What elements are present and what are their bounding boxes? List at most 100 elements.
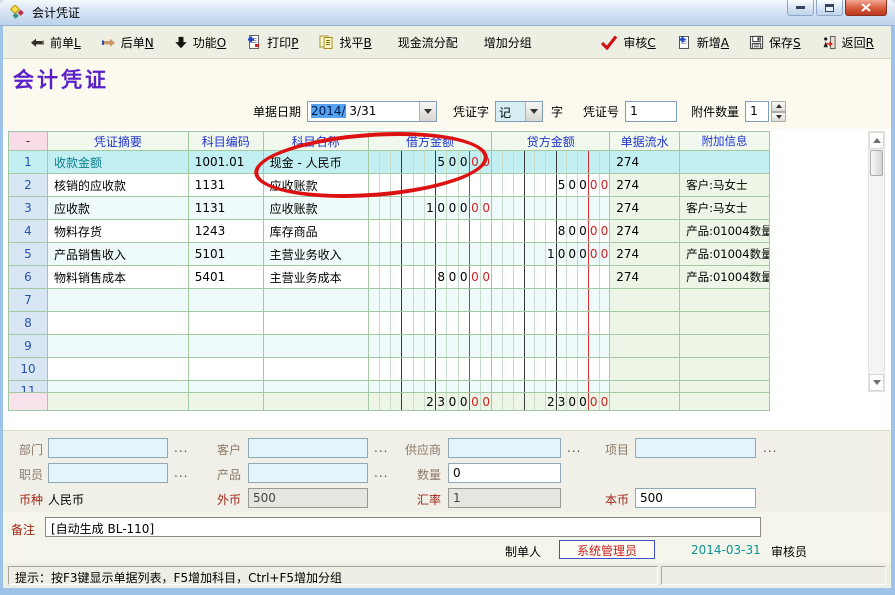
row-number-cell[interactable]: 7 — [9, 289, 48, 312]
row-number-cell[interactable]: 6 — [9, 266, 48, 289]
credit-amount-cell[interactable] — [492, 151, 610, 174]
extra-info-cell[interactable]: 客户:马女士 — [680, 197, 770, 220]
lookup-ellipsis-button-职员[interactable]: ... — [174, 466, 188, 480]
credit-amount-cell[interactable] — [492, 197, 610, 220]
table-row[interactable]: 4物料存货1243库存商品80000274产品:01004数量:1 — [9, 220, 770, 243]
credit-amount-cell[interactable] — [492, 335, 610, 358]
row-number-cell[interactable]: 5 — [9, 243, 48, 266]
voucher-word-dropdown-button[interactable] — [525, 102, 542, 121]
summary-cell[interactable] — [48, 358, 189, 381]
toolbar-button-C[interactable]: 审核C — [597, 32, 658, 53]
table-row[interactable]: 1收款金额1001.01现金 - 人民币50000274 — [9, 151, 770, 174]
spinner-up-button[interactable] — [771, 101, 786, 112]
summary-cell[interactable]: 核销的应收款 — [48, 174, 189, 197]
serial-cell[interactable] — [610, 381, 680, 393]
toolbar-button-R[interactable]: 返回R — [818, 32, 877, 53]
toolbar-button-S[interactable]: 保存S — [746, 32, 804, 53]
debit-amount-cell[interactable]: 100000 — [369, 197, 493, 220]
serial-cell[interactable]: 274 — [610, 151, 680, 174]
toolbar-button-现金流分配[interactable]: 现金流分配 — [395, 32, 461, 53]
field-input-供应商[interactable] — [448, 438, 561, 458]
debit-amount-cell[interactable] — [369, 174, 493, 197]
remark-input[interactable]: [自动生成 BL-110] — [45, 517, 761, 537]
table-row[interactable]: 11 — [9, 381, 770, 393]
credit-amount-cell[interactable]: 80000 — [492, 220, 610, 243]
summary-cell[interactable]: 收款金额 — [48, 151, 189, 174]
toolbar-button-B[interactable]: 找平B — [315, 32, 374, 53]
debit-amount-cell[interactable] — [369, 335, 493, 358]
table-row[interactable]: 6物料销售成本5401主营业务成本80000274产品:01004数量:1 — [9, 266, 770, 289]
voucher-word-combobox[interactable]: 记 — [495, 101, 543, 122]
debit-amount-cell[interactable] — [369, 358, 493, 381]
summary-cell[interactable] — [48, 335, 189, 358]
extra-info-cell[interactable] — [680, 335, 770, 358]
field-input-职员[interactable] — [48, 463, 168, 483]
account-code-cell[interactable]: 5401 — [189, 266, 264, 289]
serial-cell[interactable]: 274 — [610, 266, 680, 289]
credit-amount-cell[interactable] — [492, 266, 610, 289]
vertical-scrollbar[interactable] — [868, 131, 885, 392]
row-number-cell[interactable]: 1 — [9, 151, 48, 174]
scrollbar-track[interactable] — [869, 177, 884, 374]
credit-amount-cell[interactable] — [492, 289, 610, 312]
field-input-部门[interactable] — [48, 438, 168, 458]
account-name-cell[interactable] — [264, 381, 369, 393]
debit-amount-cell[interactable]: 80000 — [369, 266, 493, 289]
credit-amount-cell[interactable] — [492, 381, 610, 393]
account-name-cell[interactable]: 应收账款 — [264, 174, 369, 197]
toolbar-button-P[interactable]: 打印P — [243, 32, 301, 53]
account-code-cell[interactable] — [189, 358, 264, 381]
extra-info-cell[interactable]: 客户:马女士 — [680, 174, 770, 197]
serial-cell[interactable]: 274 — [610, 220, 680, 243]
minimize-button[interactable] — [787, 0, 814, 16]
account-code-cell[interactable] — [189, 335, 264, 358]
summary-cell[interactable]: 应收款 — [48, 197, 189, 220]
account-code-cell[interactable]: 1001.01 — [189, 151, 264, 174]
credit-amount-cell[interactable]: 50000 — [492, 174, 610, 197]
field-input-产品[interactable] — [248, 463, 368, 483]
lookup-ellipsis-button-项目[interactable]: ... — [763, 441, 777, 455]
summary-cell[interactable]: 物料存货 — [48, 220, 189, 243]
close-button[interactable] — [845, 0, 887, 16]
account-code-cell[interactable] — [189, 312, 264, 335]
summary-cell[interactable]: 产品销售收入 — [48, 243, 189, 266]
debit-amount-cell[interactable] — [369, 220, 493, 243]
toolbar-button-O[interactable]: 功能O — [171, 32, 229, 53]
row-number-cell[interactable]: 3 — [9, 197, 48, 220]
account-name-cell[interactable] — [264, 289, 369, 312]
credit-amount-cell[interactable] — [492, 358, 610, 381]
debit-amount-cell[interactable] — [369, 381, 493, 393]
extra-info-cell[interactable] — [680, 151, 770, 174]
toolbar-button-A[interactable]: 新增A — [673, 32, 732, 53]
toolbar-button-N[interactable]: 后单N — [98, 32, 157, 53]
extra-info-cell[interactable] — [680, 381, 770, 393]
account-name-cell[interactable]: 现金 - 人民币 — [264, 151, 369, 174]
table-row[interactable]: 10 — [9, 358, 770, 381]
table-row[interactable]: 3应收款1131应收账款100000274客户:马女士 — [9, 197, 770, 220]
extra-info-cell[interactable]: 产品:01004数量:1 — [680, 220, 770, 243]
lookup-ellipsis-button-部门[interactable]: ... — [174, 441, 188, 455]
summary-cell[interactable] — [48, 312, 189, 335]
account-code-cell[interactable]: 1131 — [189, 174, 264, 197]
scroll-up-button[interactable] — [869, 132, 884, 149]
serial-cell[interactable] — [610, 289, 680, 312]
field-input-项目[interactable] — [635, 438, 756, 458]
table-row[interactable]: 5产品销售收入5101主营业务收入100000274产品:01004数量:1 — [9, 243, 770, 266]
account-code-cell[interactable] — [189, 289, 264, 312]
row-number-cell[interactable]: 11 — [9, 381, 48, 393]
date-dropdown-button[interactable] — [419, 102, 436, 121]
account-name-cell[interactable]: 应收账款 — [264, 197, 369, 220]
serial-cell[interactable] — [610, 358, 680, 381]
row-number-cell[interactable]: 4 — [9, 220, 48, 243]
row-number-cell[interactable]: 2 — [9, 174, 48, 197]
account-code-cell[interactable]: 1131 — [189, 197, 264, 220]
debit-amount-cell[interactable] — [369, 289, 493, 312]
debit-amount-cell[interactable] — [369, 312, 493, 335]
account-name-cell[interactable]: 库存商品 — [264, 220, 369, 243]
table-row[interactable]: 7 — [9, 289, 770, 312]
extra-info-cell[interactable] — [680, 312, 770, 335]
table-row[interactable]: 2核销的应收款1131应收账款50000274客户:马女士 — [9, 174, 770, 197]
extra-info-cell[interactable] — [680, 289, 770, 312]
row-number-cell[interactable]: 8 — [9, 312, 48, 335]
account-name-cell[interactable] — [264, 312, 369, 335]
